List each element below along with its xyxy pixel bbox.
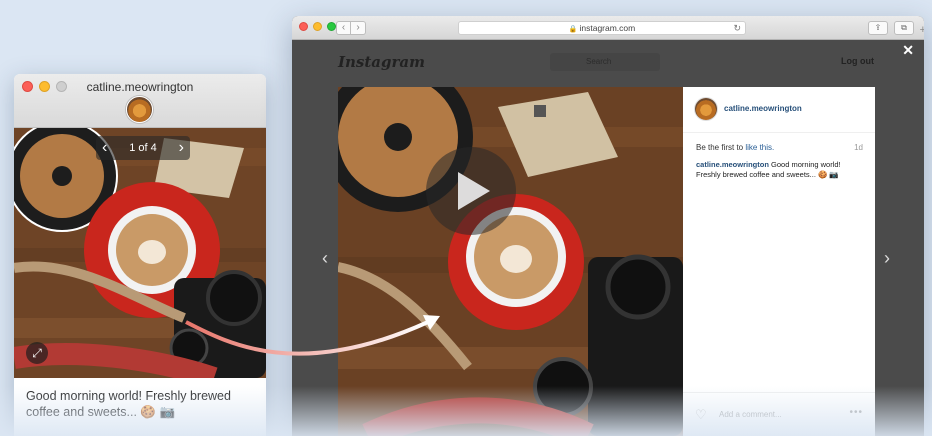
forward-icon[interactable]: ›	[351, 21, 366, 35]
instagram-logo[interactable]: Instagram	[338, 53, 425, 71]
chevron-left-icon[interactable]: ‹	[102, 140, 107, 156]
post-sidebar: catline.meowrington Be the first to like…	[683, 87, 875, 436]
reload-icon[interactable]: ↻	[733, 22, 741, 35]
likes-prefix: Be the first to	[696, 143, 746, 152]
browser-toolbar: ‹ › 🔒 instagram.com ↻ ⇪ ⧉ +	[292, 16, 924, 40]
post-modal: catline.meowrington Be the first to like…	[338, 87, 875, 436]
url-text: instagram.com	[579, 23, 636, 33]
post-footer: ♡ Add a comment... •••	[683, 392, 875, 436]
logout-link[interactable]: Log out	[841, 56, 874, 66]
avatar[interactable]	[695, 98, 717, 120]
zoom-window-button[interactable]	[327, 22, 336, 31]
toolbar-actions: ⇪ ⧉	[868, 21, 914, 35]
heart-icon[interactable]: ♡	[695, 407, 707, 423]
address-bar[interactable]: 🔒 instagram.com ↻	[458, 21, 746, 35]
lock-icon: 🔒	[568, 26, 578, 33]
likes-line: Be the first to like this.	[696, 143, 774, 152]
coffee-photo-illustration	[338, 87, 683, 436]
next-post-icon[interactable]: ›	[884, 248, 890, 269]
instagram-header: Instagram Search Log out	[292, 40, 924, 84]
browser-window: ‹ › 🔒 instagram.com ↻ ⇪ ⧉ + Instagram Sea…	[292, 16, 924, 436]
back-icon[interactable]: ‹	[336, 21, 351, 35]
search-input[interactable]: Search	[550, 53, 660, 71]
post-caption: Good morning world! Freshly brewed coffe…	[26, 389, 231, 419]
close-window-button[interactable]	[299, 22, 308, 31]
play-icon[interactable]	[426, 147, 516, 235]
new-tab-icon[interactable]: +	[920, 24, 924, 36]
chevron-right-icon[interactable]: ›	[179, 140, 184, 156]
history-buttons: ‹ ›	[336, 21, 366, 35]
comment-input[interactable]: Add a comment...	[719, 410, 782, 419]
window-controls	[299, 22, 336, 31]
previous-post-icon[interactable]: ‹	[322, 248, 328, 269]
mini-titlebar: catline.meowrington	[14, 74, 266, 128]
like-link[interactable]: like this.	[745, 143, 774, 152]
caption-username[interactable]: catline.meowrington	[696, 160, 769, 169]
mini-post-photo[interactable]: ‹ 1 of 4 › ⤢	[14, 128, 266, 378]
post-photo[interactable]	[338, 87, 683, 436]
coffee-photo-illustration	[14, 128, 266, 378]
more-options-icon[interactable]: •••	[849, 407, 863, 418]
minimize-window-button[interactable]	[313, 22, 322, 31]
photo-pager: ‹ 1 of 4 ›	[96, 136, 190, 160]
share-icon[interactable]: ⇪	[868, 21, 888, 35]
post-caption: catline.meowrington Good morning world! …	[696, 160, 864, 180]
avatar[interactable]	[126, 96, 153, 123]
post-username[interactable]: catline.meowrington	[724, 104, 802, 113]
tabs-overview-icon[interactable]: ⧉	[894, 21, 914, 35]
expand-icon[interactable]: ⤢	[26, 342, 48, 364]
post-header: catline.meowrington	[683, 87, 875, 133]
post-age: 1d	[854, 143, 863, 152]
mini-app-window: catline.meowrington ‹ 1 of 4 › ⤢ Good mo…	[14, 74, 266, 436]
pager-count: 1 of 4	[129, 142, 157, 154]
mini-window-title: catline.meowrington	[86, 80, 194, 94]
close-icon[interactable]: ✕	[902, 42, 914, 59]
